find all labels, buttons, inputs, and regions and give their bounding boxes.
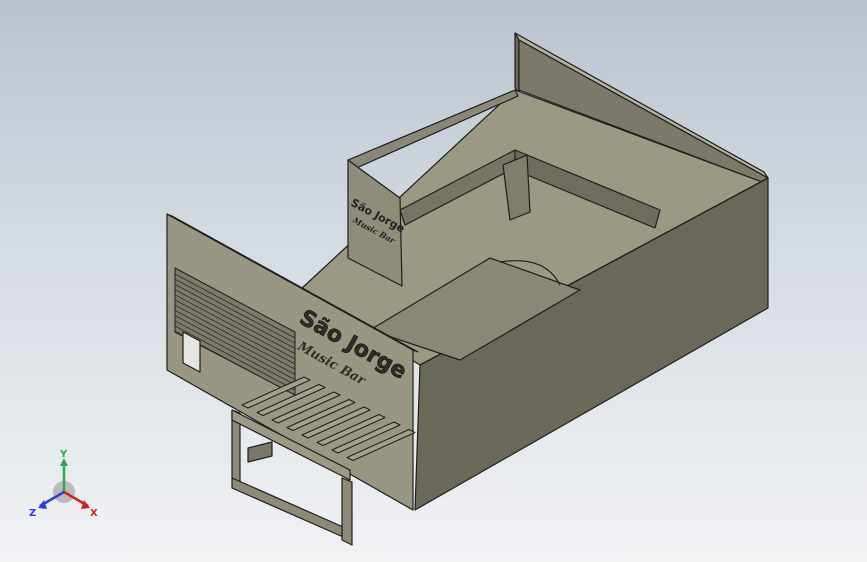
axis-triad: Y X Z [26,448,106,523]
pergola-beam-side [247,441,273,463]
y-axis-label: Y [59,449,68,460]
z-axis-label: Z [29,508,36,519]
x-axis-label: X [90,508,98,519]
pergola-frame-right [341,477,353,546]
building-model[interactable]: São Jorge Music Bar São Jorge Music Bar [166,32,769,546]
cad-viewport[interactable]: São Jorge Music Bar São Jorge Music Bar [0,0,867,562]
pergola-frame-bottom [231,477,351,541]
